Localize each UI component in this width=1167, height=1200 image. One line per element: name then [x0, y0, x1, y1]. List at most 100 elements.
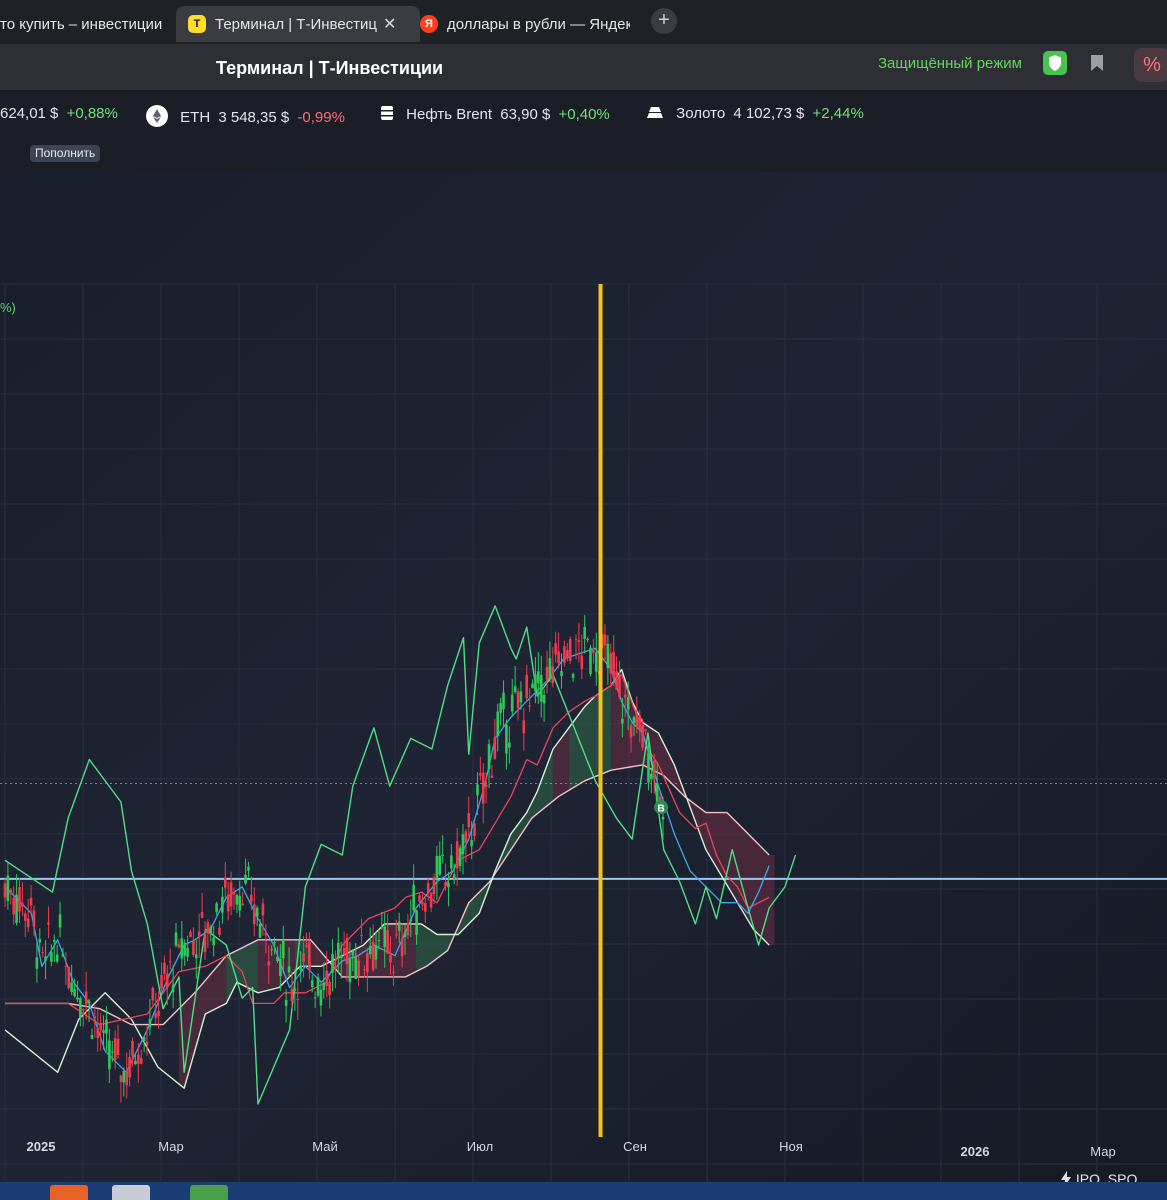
app-icon[interactable] [112, 1185, 150, 1200]
top-up-button[interactable]: Пополнить [30, 145, 101, 162]
candle-body [139, 1057, 143, 1064]
candle-body [131, 1040, 134, 1057]
candle-body [563, 646, 566, 663]
percent-button[interactable]: % [1134, 48, 1167, 82]
candle-body [415, 910, 418, 935]
candle-body [487, 744, 491, 769]
shield-icon[interactable] [1043, 51, 1067, 75]
buy-signal[interactable]: B [654, 800, 669, 815]
candle-body [113, 1038, 117, 1060]
candle-body [461, 834, 465, 855]
candle-body [163, 962, 166, 974]
candle-body [426, 882, 430, 893]
candle-body [374, 944, 378, 960]
candle-body [331, 954, 334, 973]
ticker-price: 4 102,73 $ [733, 105, 805, 122]
candle-body [635, 713, 639, 727]
candle-body [32, 910, 36, 927]
candle-body [661, 816, 665, 820]
candle-body [441, 854, 444, 856]
candle-body [154, 1013, 158, 1018]
protected-mode-label[interactable]: Защищённый режим [878, 55, 1022, 72]
candle-body [452, 874, 456, 881]
candle-body [145, 1041, 149, 1046]
candle-body [9, 889, 13, 894]
ticker-item-brent[interactable]: Нефть Brent 63,90 $ +0,40% [380, 105, 610, 125]
ticker-item-btc[interactable]: 624,01 $ +0,88% [0, 105, 118, 122]
ticker-price: 624,01 $ [0, 105, 59, 122]
candle-body [267, 961, 271, 966]
candle-body [348, 959, 352, 983]
candle-body [403, 932, 407, 938]
candle-body [270, 949, 273, 951]
candle-body [577, 640, 581, 643]
tab-close-icon[interactable]: ✕ [383, 14, 396, 34]
x-tick-label: Мар [1090, 1144, 1115, 1159]
candle-body [116, 1038, 120, 1056]
candle-body [93, 1016, 97, 1019]
candle-body [284, 1000, 288, 1007]
bookmark-icon[interactable] [1090, 54, 1104, 72]
candle-body [502, 692, 505, 710]
candle-body [368, 946, 372, 955]
candle-body [206, 922, 210, 934]
candle-body [339, 955, 343, 959]
app-icon[interactable] [190, 1185, 228, 1200]
x-tick-label: Ноя [779, 1139, 803, 1154]
tab-yandex-search[interactable]: Я доллары в рубли — Яндекс [420, 6, 630, 42]
candle-body [464, 831, 468, 843]
ticker-item-gold[interactable]: Золото 4 102,73 $ +2,44% [646, 105, 864, 123]
candle-body [102, 1030, 105, 1033]
candle-body [392, 971, 395, 973]
candle-body [18, 887, 21, 912]
candle-body [296, 999, 300, 1001]
candle-body [551, 666, 555, 684]
candle-body [55, 954, 59, 962]
candle-body [606, 643, 610, 668]
candle-body [215, 903, 218, 912]
candle-body [594, 652, 598, 672]
candle-body [21, 903, 24, 907]
candle-body [444, 881, 447, 886]
tab-title: то купить – инвестиции [0, 15, 163, 33]
candle-body [81, 1008, 85, 1011]
price-chart[interactable]: B 2025 Мар Май Июл Сен Ноя 2026 Мар [0, 172, 1167, 1182]
tab-terminal[interactable]: T Терминал | Т-Инвестиции ✕ [176, 6, 420, 42]
candle-body [70, 982, 73, 992]
candle-body [110, 1051, 114, 1053]
candle-body [125, 1071, 129, 1086]
candle-body [400, 938, 404, 957]
ticker-name: Нефть Brent [406, 105, 493, 123]
candle-body [337, 943, 340, 959]
yandex-logo-icon: Я [420, 15, 438, 33]
candle-body [354, 957, 358, 979]
candle-body [394, 934, 398, 936]
new-tab-button[interactable]: + [651, 8, 677, 34]
candle-body [334, 966, 337, 970]
candle-body [142, 1037, 146, 1041]
candle-body [566, 650, 569, 659]
candle-body [357, 960, 360, 977]
candle-body [308, 942, 311, 971]
candle-body [212, 937, 215, 946]
tab-investments-search[interactable]: то купить – инвестиции [0, 6, 168, 42]
candle-body [192, 940, 195, 955]
candle-body [105, 1019, 108, 1034]
chart-background [0, 172, 1167, 1182]
page-title: Терминал | Т-Инвестиции [216, 58, 444, 78]
candle-body [157, 1010, 160, 1016]
candle-body [293, 988, 297, 991]
x-tick-label: Июл [467, 1139, 493, 1154]
candle-body [64, 966, 68, 968]
candle-body [484, 784, 488, 787]
candle-body [455, 841, 459, 869]
x-tick-label: Сен [623, 1139, 647, 1154]
candle-body [23, 913, 27, 921]
candle-body [61, 953, 65, 957]
candle-body [618, 674, 621, 697]
ticker-item-eth[interactable]: ETH 3 548,35 $ -0,99% [146, 105, 345, 131]
candle-body [244, 874, 247, 884]
files-icon[interactable] [50, 1185, 88, 1200]
candle-body [229, 882, 233, 907]
x-tick-label: Май [312, 1139, 337, 1154]
